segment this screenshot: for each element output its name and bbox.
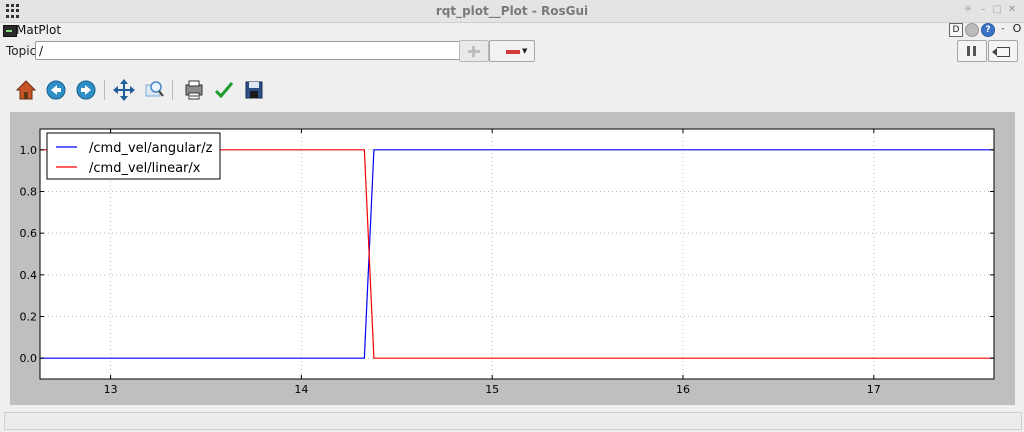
remove-topic-button[interactable]: ▼: [489, 40, 535, 62]
y-tick-label: 0.6: [20, 227, 38, 240]
plugin-title: MatPlot: [16, 23, 62, 37]
status-bar: [4, 412, 1022, 430]
home-button[interactable]: [14, 78, 38, 102]
legend-label: /cmd_vel/linear/x: [89, 161, 201, 176]
close-plugin-button[interactable]: O: [1011, 23, 1023, 35]
forward-icon: [76, 80, 96, 100]
legend-label: /cmd_vel/angular/z: [89, 141, 213, 156]
edit-axes-icon: [214, 82, 234, 99]
x-tick-label: 16: [676, 383, 690, 396]
back-icon: [46, 80, 66, 100]
y-tick-label: 1.0: [20, 144, 38, 157]
close-window-icon[interactable]: ✕: [1006, 4, 1018, 15]
topic-label: Topic: [6, 44, 37, 58]
topic-row: Topic ▼: [0, 40, 1024, 62]
pin-icon[interactable]: ☀: [962, 4, 974, 15]
pause-icon: [967, 46, 970, 56]
minimize-plugin-button[interactable]: -: [997, 23, 1009, 35]
help-button[interactable]: ?: [981, 23, 995, 37]
pan-icon: [113, 79, 135, 101]
chevron-down-icon: ▼: [522, 47, 528, 55]
toolbar-separator: [104, 80, 105, 100]
home-icon: [15, 80, 37, 100]
maximize-icon[interactable]: □: [991, 4, 1003, 15]
x-tick-label: 15: [485, 383, 499, 396]
pan-button[interactable]: [112, 78, 136, 102]
line-chart[interactable]: 13 14 15 16 17 0.0 0.2 0.4 0.6 0.8 1.0/cmd_vel/ang…: [10, 112, 1015, 405]
x-tick-label: 17: [867, 383, 881, 396]
gear-icon[interactable]: [965, 23, 979, 37]
add-topic-button[interactable]: [459, 40, 489, 62]
matplot-plugin-icon: [3, 25, 17, 37]
save-button[interactable]: [242, 78, 266, 102]
forward-button[interactable]: [74, 78, 98, 102]
save-icon: [245, 81, 263, 99]
back-button[interactable]: [44, 78, 68, 102]
subplots-icon: [185, 80, 203, 100]
clear-button[interactable]: [988, 40, 1018, 62]
x-tick-label: 13: [104, 383, 118, 396]
window-title: rqt_plot__Plot - RosGui: [435, 4, 589, 18]
dock-button[interactable]: D: [949, 23, 963, 37]
plot-canvas[interactable]: 13 14 15 16 17 0.0 0.2 0.4 0.6 0.8 1.0/cmd_vel/ang…: [10, 112, 1015, 405]
topic-input[interactable]: [35, 41, 463, 60]
y-tick-label: 0.2: [20, 311, 38, 324]
y-tick-label: 0.4: [20, 269, 38, 282]
subplots-button[interactable]: [182, 78, 206, 102]
zoom-icon: [145, 81, 164, 97]
minus-icon: [506, 50, 520, 54]
backspace-icon: [992, 47, 1010, 57]
window-titlebar: rqt_plot__Plot - RosGui ☀ – □ ✕: [0, 0, 1024, 23]
y-tick-label: 0.8: [20, 186, 38, 199]
x-tick-label: 14: [294, 383, 308, 396]
pause-button[interactable]: [957, 40, 987, 62]
edit-axes-button[interactable]: [212, 78, 236, 102]
plugin-header: MatPlot D ? - O: [0, 22, 1024, 38]
minimize-icon[interactable]: –: [977, 4, 989, 15]
zoom-button[interactable]: [142, 78, 166, 102]
y-tick-label: 0.0: [20, 352, 38, 365]
